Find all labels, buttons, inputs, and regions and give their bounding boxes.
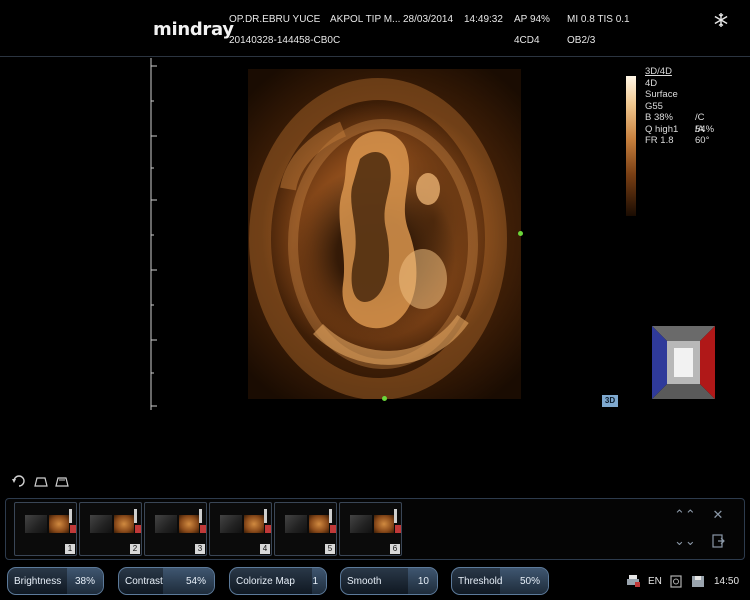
double-chevron-down-icon[interactable]: ⌄⌄ (674, 533, 696, 549)
acoustic-power: AP 94% (514, 14, 550, 25)
param-line: B 38% (645, 112, 673, 123)
threshold-label: Threshold (458, 576, 503, 587)
rendered-surface (249, 78, 507, 399)
image-parameters: 3D/4D 4D Surface G55 B 38% /C 54% Q high… (645, 66, 714, 147)
threshold-value: 50% (519, 576, 540, 587)
language-indicator[interactable]: EN (648, 576, 662, 587)
thumbnail-bmode (350, 515, 372, 533)
thumbnail-tag (330, 525, 336, 533)
thumbnail-tag (265, 525, 271, 533)
thumbnail-3d (309, 515, 329, 533)
mode-label: 3D/4D (645, 66, 672, 77)
thumbnail-3d (49, 515, 69, 533)
orientation-cube-icon[interactable] (652, 326, 715, 399)
contrast-control[interactable]: Contrast 54% (118, 567, 215, 595)
probe-name: 4CD4 (514, 35, 540, 46)
disk-icon[interactable] (690, 574, 706, 588)
param-line: Q high1 (645, 123, 679, 135)
ultrasound-3d-image[interactable] (248, 69, 521, 399)
thumbnail-3d (244, 515, 264, 533)
thumbnail-bmode (25, 515, 47, 533)
depth-ruler (150, 58, 157, 410)
thumbnail-number: 3 (195, 544, 205, 554)
color-map-bar (626, 76, 636, 216)
thumbnail-3d (179, 515, 199, 533)
param-line: 4D (645, 77, 658, 89)
colorize-map-label: Colorize Map (236, 576, 295, 587)
preset-name: OB2/3 (567, 35, 596, 46)
brightness-label: Brightness (14, 576, 62, 587)
smooth-control[interactable]: Smooth 10 (340, 567, 438, 595)
param-line: G55 (645, 100, 663, 112)
render-box-alt-icon[interactable] (53, 474, 71, 488)
param-line: Surface (645, 89, 678, 100)
thumbnail-tick (69, 509, 72, 523)
contrast-value: 54% (185, 576, 206, 587)
thumbnail-tick (199, 509, 202, 523)
thumbnail-tick (394, 509, 397, 523)
brand-logo: mindray (153, 19, 234, 40)
thumbnail-tag (135, 525, 141, 533)
export-icon[interactable] (709, 533, 727, 549)
colorize-map-value: 1 (312, 576, 318, 587)
thumbnail[interactable]: 3 (144, 502, 207, 556)
thumbnail-number: 5 (325, 544, 335, 554)
thumbnail-tick (134, 509, 137, 523)
thumbnail-bmode (90, 515, 112, 533)
threshold-control[interactable]: Threshold 50% (451, 567, 549, 595)
double-chevron-up-icon[interactable]: ⌃⌃ (674, 507, 696, 523)
thumbnail-number: 4 (260, 544, 270, 554)
brightness-value: 38% (74, 576, 95, 587)
exam-time: 14:49:32 (464, 14, 503, 25)
smooth-value: 10 (417, 576, 429, 587)
render-box-icon[interactable] (32, 474, 50, 488)
exam-id: 20140328-144458-CB0C (229, 35, 341, 46)
exam-date: 28/03/2014 (403, 14, 454, 25)
thumbnail-bmode (220, 515, 242, 533)
header-bar: mindray OP.DR.EBRU YUCE AKPOL TIP M... 2… (0, 0, 750, 57)
thumbnail[interactable]: 4 (209, 502, 272, 556)
mi-tis-readout: MI 0.8 TIS 0.1 (567, 14, 630, 25)
system-clock: 14:50 (714, 576, 740, 587)
thumbnail-tag (200, 525, 206, 533)
smooth-label: Smooth (347, 576, 382, 587)
param-line: FR 1.8 (645, 135, 674, 146)
recycle-icon[interactable] (668, 574, 684, 588)
thumbnail-tick (264, 509, 267, 523)
thumbnail-tick (329, 509, 332, 523)
hospital-name: AKPOL TIP M... (330, 14, 401, 25)
focus-marker-bottom (382, 396, 387, 401)
thumbnail-number: 6 (390, 544, 400, 554)
thumbnail[interactable]: 6 (339, 502, 402, 556)
thumbnail[interactable]: 1 (14, 502, 77, 556)
thumbnail[interactable]: 2 (79, 502, 142, 556)
thumbnail-tag (395, 525, 401, 533)
focus-marker-right (518, 231, 523, 236)
doctor-name: OP.DR.EBRU YUCE (229, 14, 321, 25)
snowflake-icon[interactable] (713, 12, 729, 28)
cine-thumbnail-strip: 1 2 3 4 5 6 ⌃⌃ ⌄⌄ ✕ (5, 498, 745, 560)
close-icon[interactable]: ✕ (709, 507, 727, 523)
param-angle: /A 60° (695, 123, 710, 147)
thumbnail-number: 1 (65, 544, 75, 554)
contrast-label: Contrast (125, 576, 163, 587)
thumbnail-3d (374, 515, 394, 533)
thumbnail-number: 2 (130, 544, 140, 554)
printer-icon[interactable] (625, 574, 641, 588)
colorize-map-control[interactable]: Colorize Map 1 (229, 567, 327, 595)
thumbnail[interactable]: 5 (274, 502, 337, 556)
rotate-icon[interactable] (10, 474, 28, 488)
thumbnail-3d (114, 515, 134, 533)
thumbnail-bmode (155, 515, 177, 533)
mode-3d-badge[interactable]: 3D (602, 395, 618, 407)
thumbnail-bmode (285, 515, 307, 533)
thumbnail-tag (70, 525, 76, 533)
brightness-control[interactable]: Brightness 38% (7, 567, 104, 595)
